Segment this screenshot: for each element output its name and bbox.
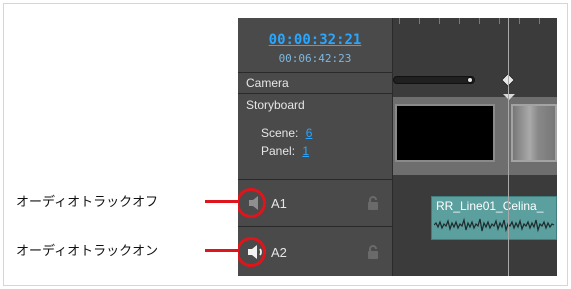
audio-waveform bbox=[434, 217, 555, 233]
scene-info: Scene: 6 bbox=[261, 126, 312, 140]
callout-line-on bbox=[205, 249, 240, 252]
callout-audio-track-on: オーディオトラックオン bbox=[16, 243, 159, 258]
camera-keyframe[interactable] bbox=[467, 77, 473, 83]
camera-keyframe-track[interactable] bbox=[393, 76, 475, 84]
callout-ring-a2 bbox=[238, 237, 266, 267]
audio-clip-name: RR_Line01_Celina_ bbox=[436, 199, 544, 213]
audio-track-a1-name: A1 bbox=[271, 196, 287, 211]
panel-label: Panel: bbox=[261, 144, 296, 158]
playhead-marker[interactable] bbox=[503, 94, 515, 100]
callout-audio-track-off: オーディオトラックオフ bbox=[16, 194, 159, 209]
ruler-tick bbox=[519, 18, 520, 24]
scene-label: Scene: bbox=[261, 126, 299, 140]
callout-ring-a1 bbox=[238, 188, 266, 218]
audio-clip[interactable]: RR_Line01_Celina_ bbox=[431, 196, 557, 240]
panel-thumbnail[interactable] bbox=[395, 104, 495, 162]
ruler-tick bbox=[499, 18, 500, 24]
layer-camera-label: Camera bbox=[246, 76, 289, 90]
storyboard-app-panel: 00:00:32:21 00:06:42:23 Camera Storyboar… bbox=[238, 18, 557, 276]
callout-line-off bbox=[205, 200, 240, 203]
time-ruler[interactable] bbox=[393, 18, 557, 68]
ruler-tick bbox=[439, 18, 440, 24]
scene-link[interactable]: 6 bbox=[306, 126, 313, 140]
lock-icon[interactable] bbox=[366, 244, 380, 260]
ruler-tick bbox=[539, 18, 540, 24]
layer-storyboard-label: Storyboard bbox=[246, 98, 305, 112]
panel-info: Panel: 1 bbox=[261, 144, 309, 158]
panel-thumbnail[interactable] bbox=[511, 104, 557, 162]
ruler-tick bbox=[399, 18, 400, 24]
timecode-total: 00:06:42:23 bbox=[278, 52, 352, 65]
audio-track-a2-name: A2 bbox=[271, 245, 287, 260]
ruler-tick bbox=[419, 18, 420, 24]
ruler-tick bbox=[459, 18, 460, 24]
lock-icon[interactable] bbox=[366, 195, 380, 211]
layer-panel: 00:00:32:21 00:06:42:23 Camera Storyboar… bbox=[238, 18, 557, 276]
ruler-tick bbox=[479, 18, 480, 24]
timecode-current[interactable]: 00:00:32:21 bbox=[238, 32, 392, 48]
playhead[interactable] bbox=[508, 18, 509, 276]
timeline-area[interactable]: RR_Line01_Celina_ bbox=[393, 18, 557, 276]
panel-link[interactable]: 1 bbox=[302, 144, 309, 158]
